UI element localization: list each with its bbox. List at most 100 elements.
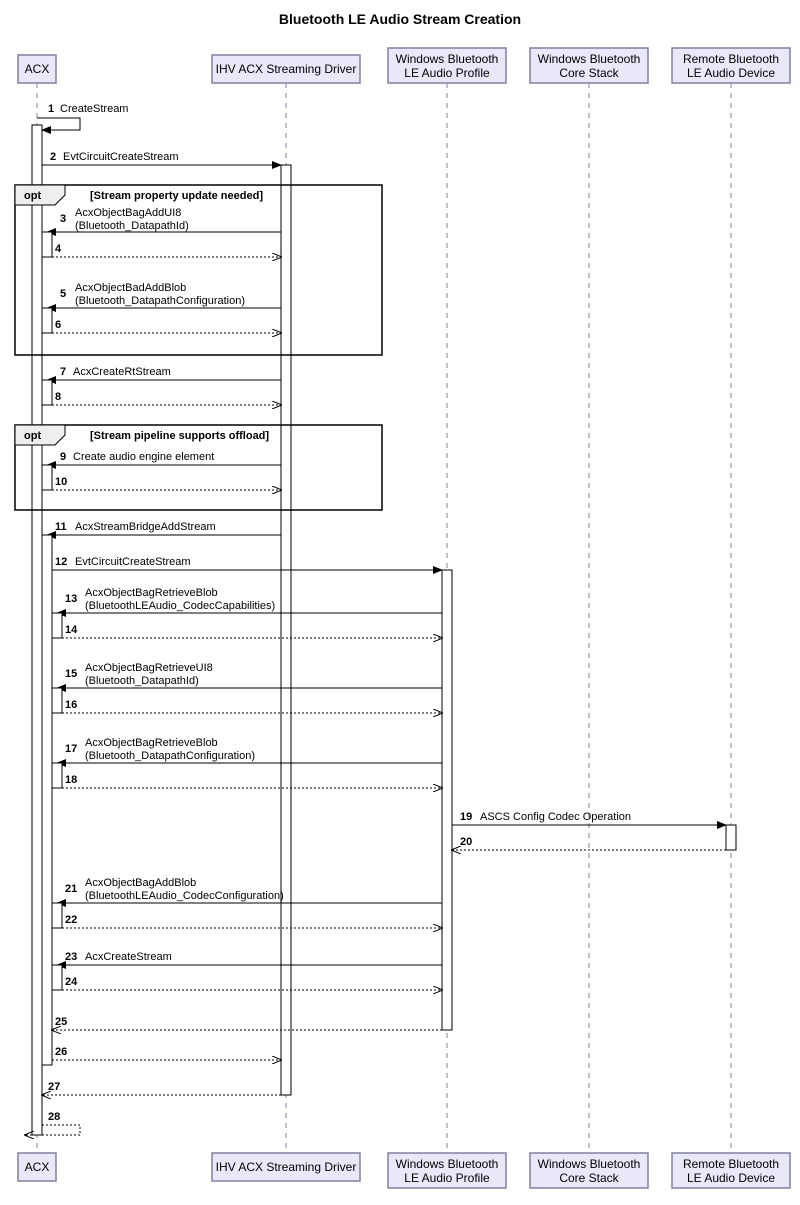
msg-26: 26 bbox=[52, 1046, 281, 1060]
msg-15: 15 AcxObjectBagRetrieveUI8 (Bluetooth_Da… bbox=[52, 662, 442, 713]
participant-wbt-profile-top: Windows Bluetooth LE Audio Profile bbox=[388, 48, 506, 83]
msg-4: 4 bbox=[52, 243, 281, 257]
msg-16: 16 bbox=[62, 699, 442, 713]
svg-text:11: 11 bbox=[55, 521, 67, 533]
participant-ihv-bottom: IHV ACX Streaming Driver bbox=[212, 1153, 360, 1181]
msg-5: 5 AcxObjectBadAddBlob (Bluetooth_Datapat… bbox=[42, 282, 281, 333]
svg-text:13: 13 bbox=[65, 593, 77, 605]
msg-8: 8 bbox=[52, 391, 281, 405]
svg-text:IHV ACX Streaming Driver: IHV ACX Streaming Driver bbox=[216, 1160, 357, 1174]
diagram-title: Bluetooth LE Audio Stream Creation bbox=[279, 11, 521, 27]
msg-27: 27 bbox=[42, 1081, 281, 1095]
svg-text:EvtCircuitCreateStream: EvtCircuitCreateStream bbox=[63, 151, 179, 163]
svg-text:AcxObjectBagRetrieveUI8: AcxObjectBagRetrieveUI8 bbox=[85, 662, 213, 674]
svg-text:5: 5 bbox=[60, 288, 66, 300]
msg-23: 23 AcxCreateStream bbox=[52, 951, 442, 990]
svg-text:EvtCircuitCreateStream: EvtCircuitCreateStream bbox=[75, 556, 191, 568]
msg-1: 1 CreateStream bbox=[37, 103, 128, 130]
svg-text:Windows Bluetooth: Windows Bluetooth bbox=[396, 1157, 499, 1171]
svg-text:Remote Bluetooth: Remote Bluetooth bbox=[683, 52, 779, 66]
svg-text:10: 10 bbox=[55, 476, 67, 488]
msg-19: 19 ASCS Config Codec Operation bbox=[452, 811, 736, 850]
svg-text:21: 21 bbox=[65, 883, 77, 895]
svg-text:ACX: ACX bbox=[25, 62, 50, 76]
msg-18: 18 bbox=[62, 774, 442, 788]
svg-text:AcxStreamBridgeAddStream: AcxStreamBridgeAddStream bbox=[75, 521, 216, 533]
msg-3: 3 AcxObjectBagAddUI8 (Bluetooth_Datapath… bbox=[42, 207, 281, 257]
svg-text:[Stream pipeline supports offl: [Stream pipeline supports offload] bbox=[90, 430, 269, 442]
participant-wbt-core-bottom: Windows Bluetooth Core Stack bbox=[530, 1153, 648, 1188]
svg-text:(BluetoothLEAudio_CodecCapabil: (BluetoothLEAudio_CodecCapabilities) bbox=[85, 600, 275, 612]
svg-text:4: 4 bbox=[55, 243, 62, 255]
svg-text:(Bluetooth_DatapathConfigurati: (Bluetooth_DatapathConfiguration) bbox=[75, 295, 245, 307]
svg-text:LE Audio Profile: LE Audio Profile bbox=[404, 1171, 490, 1185]
participant-remote-bottom: Remote Bluetooth LE Audio Device bbox=[672, 1153, 790, 1188]
svg-text:26: 26 bbox=[55, 1046, 67, 1058]
svg-text:Windows Bluetooth: Windows Bluetooth bbox=[538, 1157, 641, 1171]
msg-25: 25 bbox=[52, 1016, 442, 1030]
msg-17: 17 AcxObjectBagRetrieveBlob (Bluetooth_D… bbox=[52, 737, 442, 788]
activation-ihv bbox=[281, 165, 291, 1095]
svg-text:27: 27 bbox=[48, 1081, 60, 1093]
svg-text:IHV ACX Streaming Driver: IHV ACX Streaming Driver bbox=[216, 62, 357, 76]
svg-text:Core Stack: Core Stack bbox=[559, 66, 619, 80]
svg-text:opt: opt bbox=[24, 430, 41, 442]
svg-text:(Bluetooth_DatapathId): (Bluetooth_DatapathId) bbox=[75, 220, 189, 232]
msg-10: 10 bbox=[52, 476, 281, 490]
svg-text:AcxObjectBagAddBlob: AcxObjectBagAddBlob bbox=[85, 877, 196, 889]
participant-wbt-profile-bottom: Windows Bluetooth LE Audio Profile bbox=[388, 1153, 506, 1188]
svg-text:AcxCreateRtStream: AcxCreateRtStream bbox=[73, 366, 171, 378]
msg-24: 24 bbox=[62, 976, 442, 990]
svg-text:3: 3 bbox=[60, 213, 66, 225]
svg-text:[Stream property update needed: [Stream property update needed] bbox=[90, 190, 263, 202]
msg-13: 13 AcxObjectBagRetrieveBlob (BluetoothLE… bbox=[52, 587, 442, 638]
svg-text:14: 14 bbox=[65, 624, 78, 636]
participant-ihv-top: IHV ACX Streaming Driver bbox=[212, 55, 360, 83]
svg-text:AcxObjectBagAddUI8: AcxObjectBagAddUI8 bbox=[75, 207, 181, 219]
svg-text:ASCS Config Codec Operation: ASCS Config Codec Operation bbox=[480, 811, 631, 823]
svg-text:22: 22 bbox=[65, 914, 77, 926]
svg-text:9: 9 bbox=[60, 451, 66, 463]
svg-text:15: 15 bbox=[65, 668, 77, 680]
svg-text:17: 17 bbox=[65, 743, 77, 755]
svg-text:1: 1 bbox=[48, 103, 54, 115]
svg-text:Windows Bluetooth: Windows Bluetooth bbox=[396, 52, 499, 66]
svg-text:LE Audio Device: LE Audio Device bbox=[687, 66, 775, 80]
msg-14: 14 bbox=[62, 624, 442, 638]
participant-acx-top: ACX bbox=[18, 55, 56, 83]
svg-text:(Bluetooth_DatapathId): (Bluetooth_DatapathId) bbox=[85, 675, 199, 687]
svg-text:Remote Bluetooth: Remote Bluetooth bbox=[683, 1157, 779, 1171]
svg-text:19: 19 bbox=[460, 811, 472, 823]
activation-acx-main bbox=[32, 125, 42, 1135]
svg-text:12: 12 bbox=[55, 556, 67, 568]
svg-text:AcxObjectBagRetrieveBlob: AcxObjectBagRetrieveBlob bbox=[85, 737, 218, 749]
svg-text:Create audio engine element: Create audio engine element bbox=[73, 451, 214, 463]
msg-9: 9 Create audio engine element bbox=[42, 451, 281, 490]
svg-text:23: 23 bbox=[65, 951, 77, 963]
msg-12: 12 EvtCircuitCreateStream bbox=[52, 556, 442, 570]
svg-text:6: 6 bbox=[55, 319, 61, 331]
svg-text:Core Stack: Core Stack bbox=[559, 1171, 619, 1185]
participant-acx-bottom: ACX bbox=[18, 1153, 56, 1181]
svg-text:24: 24 bbox=[65, 976, 78, 988]
msg-6: 6 bbox=[52, 319, 281, 333]
msg-22: 22 bbox=[62, 914, 442, 928]
svg-text:AcxObjectBagRetrieveBlob: AcxObjectBagRetrieveBlob bbox=[85, 587, 218, 599]
participant-remote-top: Remote Bluetooth LE Audio Device bbox=[672, 48, 790, 83]
sequence-diagram: Bluetooth LE Audio Stream Creation ACX I… bbox=[0, 0, 800, 1205]
svg-text:(Bluetooth_DatapathConfigurati: (Bluetooth_DatapathConfiguration) bbox=[85, 750, 255, 762]
svg-text:28: 28 bbox=[48, 1111, 60, 1123]
svg-text:opt: opt bbox=[24, 190, 41, 202]
msg-2: 2 EvtCircuitCreateStream bbox=[42, 151, 281, 165]
svg-text:AcxObjectBadAddBlob: AcxObjectBadAddBlob bbox=[75, 282, 186, 294]
svg-text:LE Audio Device: LE Audio Device bbox=[687, 1171, 775, 1185]
participant-wbt-core-top: Windows Bluetooth Core Stack bbox=[530, 48, 648, 83]
activation-wbt-profile bbox=[442, 570, 452, 1030]
svg-text:CreateStream: CreateStream bbox=[60, 103, 128, 115]
svg-text:20: 20 bbox=[460, 836, 472, 848]
msg-7: 7 AcxCreateRtStream bbox=[42, 366, 281, 405]
svg-text:Windows Bluetooth: Windows Bluetooth bbox=[538, 52, 641, 66]
svg-text:25: 25 bbox=[55, 1016, 67, 1028]
svg-text:7: 7 bbox=[60, 366, 66, 378]
opt-frame-1: opt [Stream property update needed] bbox=[15, 185, 382, 355]
